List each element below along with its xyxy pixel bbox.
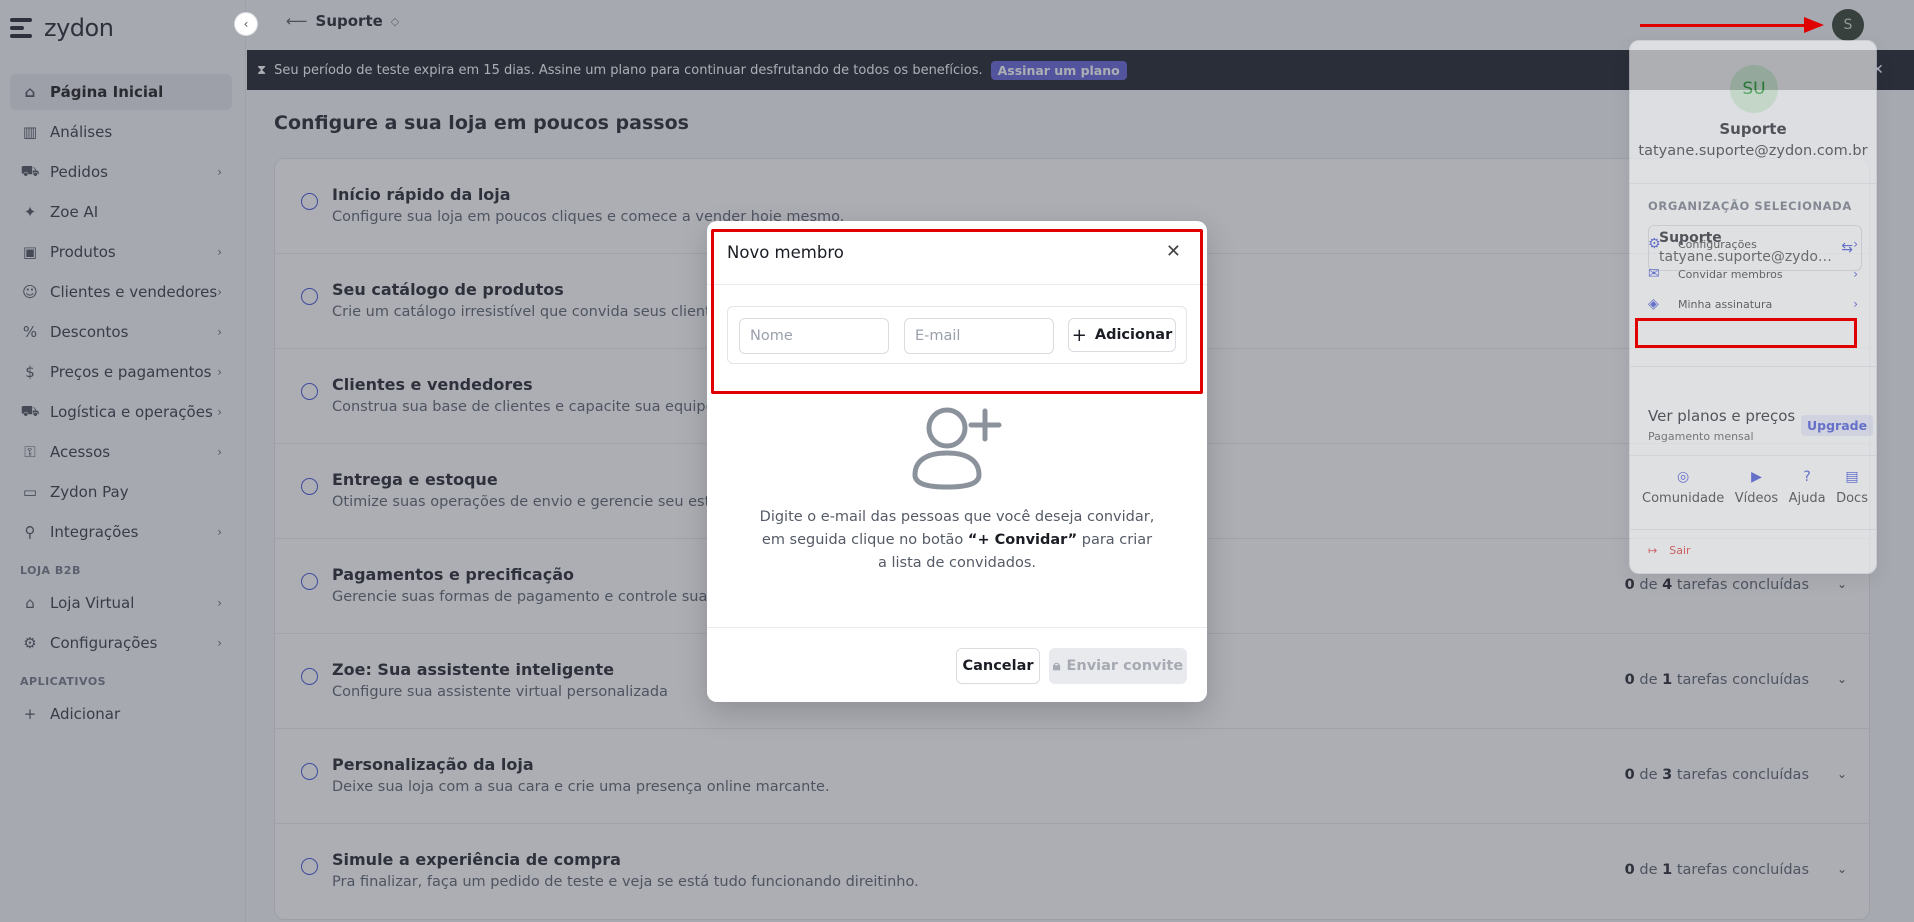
close-icon[interactable]: ✕ [1872, 62, 1884, 78]
link-label: Comunidade [1642, 491, 1725, 506]
menu-item-configuracoes[interactable]: ⚙ Configurações › [1642, 230, 1864, 258]
user-dropdown-panel: SU Suporte tatyane.suporte@zydon.com.br … [1629, 40, 1877, 574]
menu-item-label: Convidar membros [1678, 267, 1783, 281]
upgrade-button[interactable]: Upgrade [1801, 415, 1874, 436]
folder-icon: ▤ [1845, 469, 1859, 485]
send-invite-label: Enviar convite [1066, 658, 1184, 674]
link-docs[interactable]: ▤ Docs [1836, 469, 1868, 506]
send-invite-button[interactable]: 🔒︎ Enviar convite [1049, 648, 1187, 684]
menu-item-label: Minha assinatura [1678, 297, 1773, 311]
annotation-highlight-box [1635, 318, 1857, 348]
chevron-left-icon: ‹ [243, 17, 249, 31]
plans-subtitle: Pagamento mensal [1648, 430, 1754, 443]
video-icon: ▶ [1751, 469, 1762, 485]
link-label: Docs [1836, 491, 1868, 506]
gear-icon: ⚙ [1648, 236, 1661, 252]
logout-button[interactable]: ↦ Sair [1648, 544, 1691, 557]
collapse-sidebar-button[interactable]: ‹ [234, 12, 258, 36]
menu-item-minha-assinatura[interactable]: ◈ Minha assinatura › [1642, 290, 1864, 318]
chevron-right-icon: › [1853, 267, 1858, 281]
logout-icon: ↦ [1648, 544, 1658, 557]
chevron-right-icon: › [1853, 297, 1858, 311]
divider [707, 627, 1207, 628]
user-name: Suporte [1719, 120, 1787, 138]
chevron-right-icon: › [1853, 237, 1858, 251]
link-label: Ajuda [1788, 491, 1826, 506]
link-ajuda[interactable]: ? Ajuda [1789, 469, 1826, 506]
mail-icon: ✉ [1648, 266, 1660, 282]
empty-state-text: Digite o e-mail das pessoas que você des… [757, 506, 1157, 575]
new-member-modal: Novo membro ✕ + Adicionar Digite o e-mai… [707, 221, 1207, 702]
menu-item-label: Configurações [1678, 237, 1757, 251]
discord-icon: ◎ [1677, 469, 1690, 485]
link-comunidade[interactable]: ◎ Comunidade [1642, 469, 1724, 506]
divider [1630, 529, 1876, 530]
logout-label: Sair [1669, 544, 1691, 557]
help-icon: ? [1803, 469, 1811, 485]
add-user-icon [912, 407, 1002, 490]
link-videos[interactable]: ▶ Vídeos [1735, 469, 1778, 506]
user-avatar: SU [1730, 65, 1778, 113]
empty-text-quote: “+ Convidar” [967, 532, 1078, 548]
link-label: Vídeos [1734, 491, 1779, 506]
lock-icon: 🔒︎ [1052, 658, 1061, 674]
user-email: tatyane.suporte@zydon.com.br [1638, 143, 1868, 159]
org-section-label: ORGANIZAÇÃO SELECIONADA [1648, 199, 1852, 213]
tag-icon: ◈ [1648, 296, 1659, 312]
divider [1630, 366, 1876, 367]
plans-link[interactable]: Ver planos e preços [1648, 407, 1795, 425]
divider [1630, 183, 1876, 184]
annotation-highlight-box [711, 229, 1203, 394]
annotation-arrow [1640, 17, 1824, 33]
help-links: ◎ Comunidade ▶ Vídeos? Ajuda ▤ Docs [1642, 469, 1868, 506]
cancel-button[interactable]: Cancelar [956, 648, 1040, 684]
menu-item-convidar-membros[interactable]: ✉ Convidar membros › [1642, 260, 1864, 288]
divider [1630, 455, 1876, 456]
